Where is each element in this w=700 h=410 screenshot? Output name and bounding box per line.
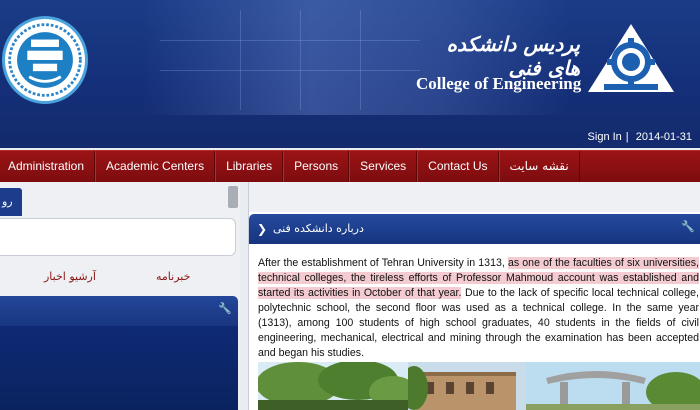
sidebar-tab[interactable]: رو — [0, 188, 22, 216]
nav-item-academic-centers[interactable]: Academic Centers — [95, 151, 216, 182]
sign-in-link[interactable]: Sign In — [588, 131, 622, 143]
nav-item-libraries[interactable]: Libraries — [215, 151, 284, 182]
nav-item-services[interactable]: Services — [349, 151, 418, 182]
separator: | — [625, 131, 629, 143]
university-of-tehran-logo[interactable] — [2, 16, 88, 104]
about-panel-header: ❯ درباره دانشکده فنی 🔧 — [249, 214, 700, 244]
campus-photo-building[interactable] — [408, 362, 526, 410]
sidebar-panel-body — [0, 326, 238, 410]
campus-photo-strip — [258, 362, 700, 410]
campus-photo-trees[interactable] — [258, 362, 408, 410]
campus-photo-monument[interactable] — [526, 362, 700, 410]
about-panel-title: درباره دانشکده فنی — [273, 222, 364, 235]
content-top-strip — [249, 182, 700, 212]
header-decoration — [160, 70, 420, 71]
nav-item-administration[interactable]: Administration — [0, 151, 96, 182]
user-info-bar: Sign In | 2014-01-31 — [584, 131, 692, 143]
about-paragraph: After the establishment of Tehran Univer… — [258, 256, 699, 361]
newsletter-link[interactable]: خبرنامه — [156, 270, 190, 283]
left-sidebar: رو آرشیو اخبار خبرنامه 🔧 — [0, 182, 240, 410]
site-header: پردیس دانشکده های فنی College of Enginee… — [0, 0, 700, 148]
sidebar-panel-header: 🔧 — [0, 296, 238, 326]
header-decoration — [240, 10, 241, 110]
header-decoration — [160, 40, 420, 41]
news-links: آرشیو اخبار خبرنامه — [0, 270, 236, 288]
college-name-persian: پردیس دانشکده های فنی — [446, 32, 580, 80]
news-archive-link[interactable]: آرشیو اخبار — [44, 270, 96, 283]
wrench-icon[interactable]: 🔧 — [218, 302, 232, 315]
sidebar-scrollbar[interactable] — [228, 186, 238, 208]
main-content: ❯ درباره دانشکده فنی 🔧 After the establi… — [248, 182, 700, 410]
main-navigation: Administration Academic Centers Librarie… — [0, 150, 700, 182]
nav-item-contact-us[interactable]: Contact Us — [417, 151, 499, 182]
paragraph-text: After the establishment of Tehran Univer… — [258, 257, 508, 269]
wrench-icon[interactable]: 🔧 — [681, 220, 695, 233]
nav-item-sitemap[interactable]: نقشه سایت — [498, 151, 580, 182]
header-decoration — [360, 10, 361, 110]
university-logo-icon — [8, 23, 82, 97]
engineering-gear-logo-icon[interactable] — [584, 20, 678, 96]
college-name-english: College of Engineering — [416, 74, 582, 93]
header-decoration — [300, 10, 301, 110]
nav-item-persons[interactable]: Persons — [283, 151, 350, 182]
current-date: 2014-01-31 — [635, 131, 692, 143]
arrow-icon[interactable]: ❯ — [257, 222, 267, 236]
sidebar-content-box — [0, 218, 236, 256]
